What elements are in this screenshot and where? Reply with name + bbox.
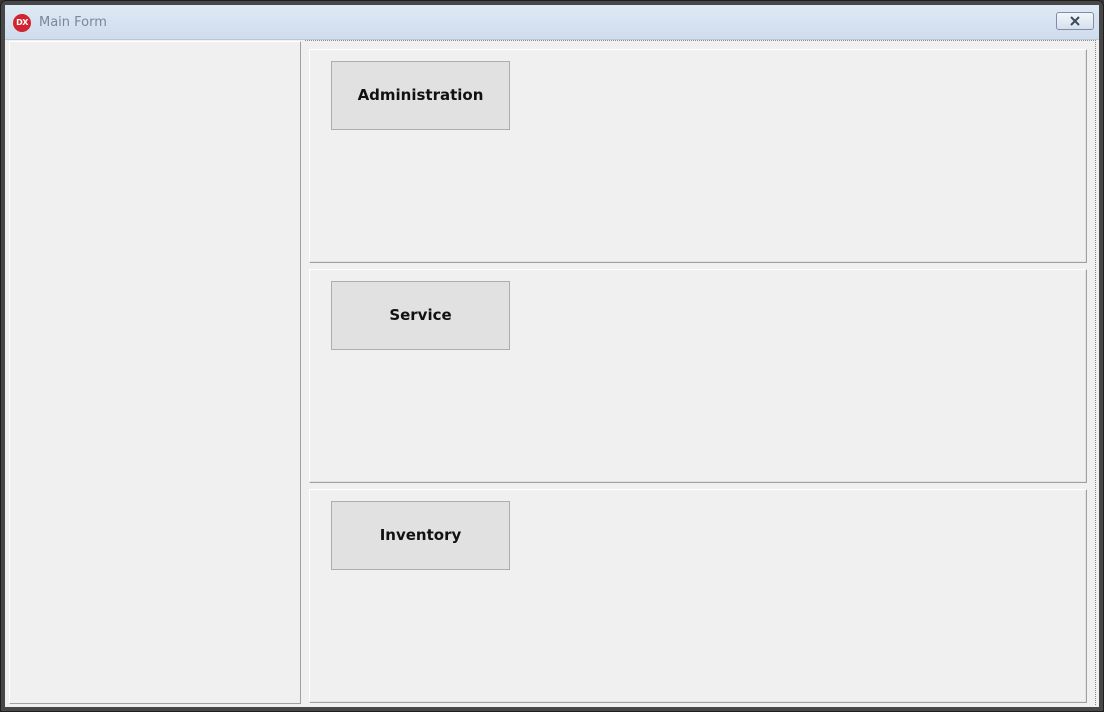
sections-container: Administration Service Inventory [305,40,1096,705]
section-administration: Administration [309,49,1087,263]
title-bar[interactable]: DX Main Form [5,5,1099,40]
administration-button[interactable]: Administration [331,61,510,130]
inventory-button[interactable]: Inventory [331,501,510,570]
service-button[interactable]: Service [331,281,510,350]
close-button[interactable] [1056,12,1094,30]
close-icon [1070,16,1080,26]
left-panel [9,41,301,704]
section-service: Service [309,269,1087,483]
main-window: DX Main Form Administration Service Inve… [0,0,1104,712]
window-title: Main Form [39,15,107,30]
form-client-area: Administration Service Inventory [5,40,1099,707]
section-inventory: Inventory [309,489,1087,703]
app-logo-icon: DX [13,14,31,32]
